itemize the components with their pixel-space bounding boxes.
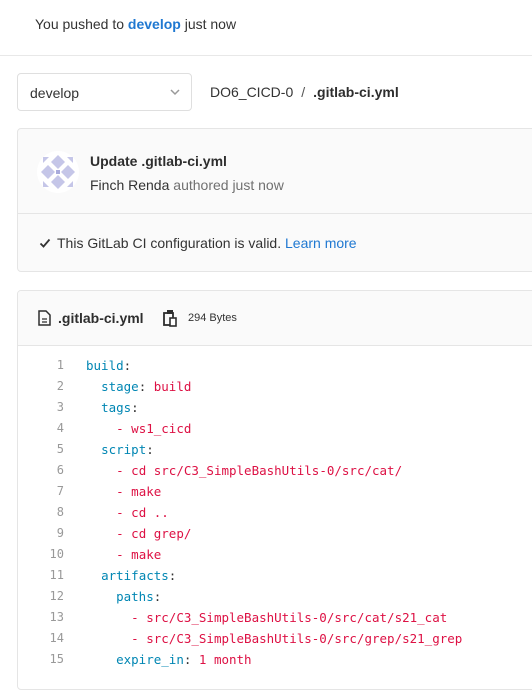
line-number[interactable]: 1 [18,355,64,376]
last-commit-panel: Update .gitlab-ci.yml Finch Renda author… [17,128,532,272]
avatar[interactable] [37,151,79,193]
code-line: 10 - make [18,544,532,565]
line-source: - src/C3_SimpleBashUtils-0/src/cat/s21_c… [131,610,448,625]
line-source: - cd .. [116,505,169,520]
yaml-key: artifacts [101,568,169,583]
line-number[interactable]: 13 [18,607,64,628]
line-number[interactable]: 10 [18,544,64,565]
code-content: 1 build: 2 stage: build 3 tags: 4 - ws1_cicd… [18,355,532,670]
line-source: - make [116,484,162,499]
code-line: 8 - cd .. [18,502,532,523]
yaml-key: expire_in [116,652,184,667]
push-notice: You pushed to develop just now [0,0,532,56]
yaml-value: src/C3_SimpleBashUtils-0/src/grep/s21_gr… [146,631,463,646]
breadcrumb-file[interactable]: .gitlab-ci.yml [313,84,399,100]
identicon-avatar-icon [37,151,79,193]
line-number[interactable]: 11 [18,565,64,586]
code-line: 15 expire_in: 1 month [18,649,532,670]
yaml-key: tags [101,400,132,415]
yaml-value: 1 month [191,652,252,667]
line-source: - cd grep/ [116,526,192,541]
ci-validation-status: This GitLab CI configuration is valid. L… [39,235,357,251]
yaml-key: stage [101,379,139,394]
line-source: tags: [101,400,139,415]
line-source: script: [101,442,154,457]
learn-more-link[interactable]: Learn more [285,235,357,251]
chevron-down-icon [170,89,180,96]
file-viewer: .gitlab-ci.yml 294 Bytes 1 build: 2 stage:… [17,290,532,690]
line-source: - src/C3_SimpleBashUtils-0/src/grep/s21_… [131,631,463,646]
line-number[interactable]: 9 [18,523,64,544]
branch-selector[interactable]: develop [17,73,192,111]
file-name: .gitlab-ci.yml [58,310,144,326]
yaml-value: cd grep/ [131,526,192,541]
code-line: 14 - src/C3_SimpleBashUtils-0/src/grep/s… [18,628,532,649]
yaml-value: ws1_cicd [131,421,192,436]
code-line: 13 - src/C3_SimpleBashUtils-0/src/cat/s2… [18,607,532,628]
breadcrumb: DO6_CICD-0 / .gitlab-ci.yml [210,84,399,100]
line-number[interactable]: 14 [18,628,64,649]
code-line: 11 artifacts: [18,565,532,586]
code-line: 9 - cd grep/ [18,523,532,544]
line-source: expire_in: 1 month [116,652,252,667]
pushed-branch-link[interactable]: develop [128,16,181,32]
code-line: 3 tags: [18,397,532,418]
line-source: paths: [116,589,162,604]
line-number[interactable]: 4 [18,418,64,439]
code-line: 5 script: [18,439,532,460]
line-number[interactable]: 5 [18,439,64,460]
yaml-value: cd .. [131,505,169,520]
line-source: artifacts: [101,568,177,583]
branch-selector-value: develop [30,85,80,101]
line-source: stage: build [101,379,192,394]
commit-meta: Finch Renda authored just now [90,177,284,193]
push-notice-suffix: just now [180,16,237,32]
push-notice-prefix: You pushed to [35,16,128,32]
breadcrumb-separator: / [301,84,306,100]
line-number[interactable]: 7 [18,481,64,502]
yaml-value: make [131,547,162,562]
line-number[interactable]: 2 [18,376,64,397]
line-source: - cd src/C3_SimpleBashUtils-0/src/cat/ [116,463,403,478]
check-icon [39,238,51,248]
push-notice-text: You pushed to develop just now [35,16,236,32]
line-source: build: [86,358,132,373]
line-number[interactable]: 6 [18,460,64,481]
code-line: 7 - make [18,481,532,502]
breadcrumb-project[interactable]: DO6_CICD-0 [210,84,293,100]
line-number[interactable]: 3 [18,397,64,418]
yaml-value: build [146,379,192,394]
file-header: .gitlab-ci.yml 294 Bytes [18,291,532,346]
copy-icon[interactable] [163,309,177,327]
file-size: 294 Bytes [188,312,237,324]
commit-author[interactable]: Finch Renda [90,177,169,193]
commit-title[interactable]: Update .gitlab-ci.yml [90,153,227,169]
ci-status-text: This GitLab CI configuration is valid. [57,235,282,251]
file-icon [38,310,51,326]
yaml-key: paths [116,589,154,604]
commit-time: authored just now [173,177,284,193]
line-source: - make [116,547,162,562]
yaml-value: make [131,484,162,499]
code-line: 12 paths: [18,586,532,607]
yaml-key: build [86,358,124,373]
yaml-value: src/C3_SimpleBashUtils-0/src/cat/s21_cat [146,610,448,625]
code-line: 1 build: [18,355,532,376]
code-line: 2 stage: build [18,376,532,397]
line-source: - ws1_cicd [116,421,192,436]
yaml-value: cd src/C3_SimpleBashUtils-0/src/cat/ [131,463,403,478]
line-number[interactable]: 8 [18,502,64,523]
code-line: 4 - ws1_cicd [18,418,532,439]
commit-info: Update .gitlab-ci.yml Finch Renda author… [18,129,532,214]
line-number[interactable]: 12 [18,586,64,607]
line-number[interactable]: 15 [18,649,64,670]
yaml-key: script [101,442,147,457]
code-line: 6 - cd src/C3_SimpleBashUtils-0/src/cat/ [18,460,532,481]
